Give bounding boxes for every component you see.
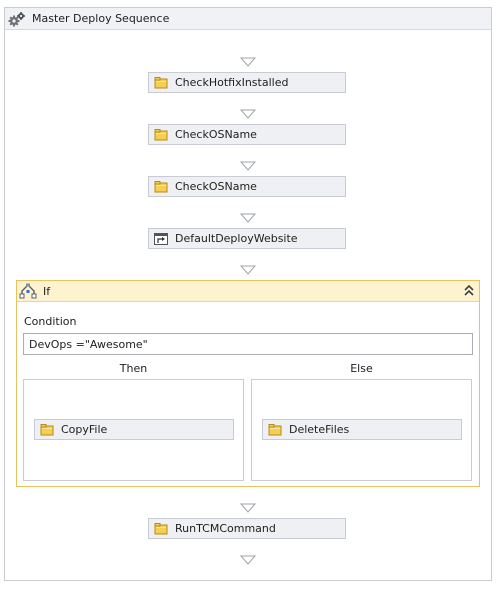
condition-input[interactable]	[23, 333, 473, 355]
if-activity[interactable]: If Condition Then Else CopyFile DeleteFi…	[16, 280, 480, 487]
if-condition-icon	[19, 283, 37, 299]
folder-activity-icon	[154, 128, 168, 142]
then-branch[interactable]: CopyFile	[23, 379, 244, 481]
sequence-header[interactable]: Master Deploy Sequence	[5, 8, 491, 30]
window-activity-icon	[154, 232, 168, 245]
else-label: Else	[350, 362, 373, 375]
collapse-chevron-icon[interactable]	[463, 284, 475, 297]
folder-activity-icon	[154, 76, 168, 90]
drop-arrow-icon[interactable]	[240, 109, 256, 119]
gears-icon	[8, 11, 25, 26]
folder-activity-icon	[40, 423, 54, 437]
drop-arrow-icon[interactable]	[240, 57, 256, 67]
else-branch[interactable]: DeleteFiles	[251, 379, 472, 481]
activity-label: CheckOSName	[175, 128, 257, 141]
folder-activity-icon	[154, 522, 168, 536]
if-header[interactable]: If	[17, 281, 479, 302]
drop-arrow-icon[interactable]	[240, 503, 256, 513]
activity-label: DefaultDeployWebsite	[175, 232, 298, 245]
activity-default-deploy-website[interactable]: DefaultDeployWebsite	[148, 228, 346, 249]
activity-copy-file[interactable]: CopyFile	[34, 419, 234, 440]
if-title: If	[43, 284, 51, 298]
activity-run-tcm-command[interactable]: RunTCMCommand	[148, 518, 346, 539]
condition-label: Condition	[24, 315, 77, 328]
activity-check-os-name[interactable]: CheckOSName	[148, 124, 346, 145]
then-label: Then	[119, 362, 148, 375]
activity-label: CopyFile	[61, 423, 108, 436]
sequence-title: Master Deploy Sequence	[32, 12, 170, 25]
folder-activity-icon	[268, 423, 282, 437]
activity-label: CheckOSName	[175, 180, 257, 193]
activity-label: CheckHotfixInstalled	[175, 76, 289, 89]
drop-arrow-icon[interactable]	[240, 213, 256, 223]
activity-label: RunTCMCommand	[175, 522, 276, 535]
folder-activity-icon	[154, 180, 168, 194]
activity-check-hotfix-installed[interactable]: CheckHotfixInstalled	[148, 72, 346, 93]
activity-label: DeleteFiles	[289, 423, 350, 436]
activity-check-os-name-2[interactable]: CheckOSName	[148, 176, 346, 197]
drop-arrow-icon[interactable]	[240, 161, 256, 171]
activity-delete-files[interactable]: DeleteFiles	[262, 419, 462, 440]
drop-arrow-icon[interactable]	[240, 555, 256, 565]
drop-arrow-icon[interactable]	[240, 265, 256, 275]
